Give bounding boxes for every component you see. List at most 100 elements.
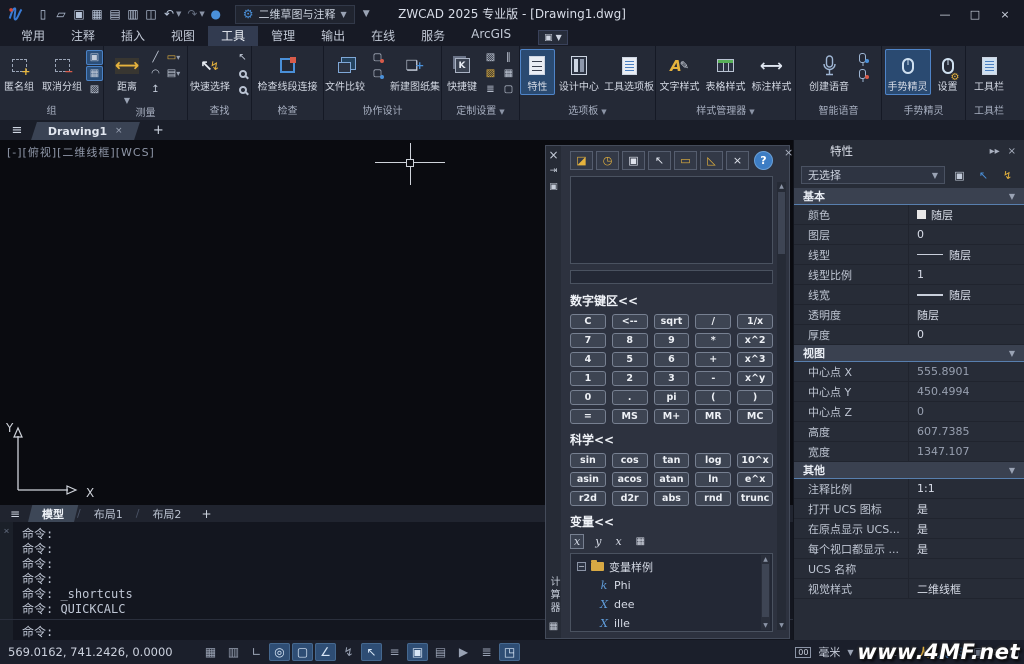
text-style-button[interactable]: A ✎ 文字样式 (658, 49, 702, 95)
calc-key-M_[interactable]: M+ (653, 409, 690, 424)
measure-angle-icon[interactable]: ↥ (147, 82, 164, 97)
menu-tab-2[interactable]: 注释 (58, 26, 108, 46)
dynamic-input-toggle[interactable]: ↖ (361, 643, 382, 661)
sci-key-ln[interactable]: ln (695, 472, 732, 487)
sci-key-10_x[interactable]: 10^x (737, 453, 773, 468)
save-icon[interactable]: ▣ (70, 5, 88, 23)
workspace-selector[interactable]: ⚙ 二维草图与注释 ▼ (234, 4, 355, 24)
calc-key-x_2[interactable]: x^2 (737, 333, 773, 348)
calc-key-MS[interactable]: MS (611, 409, 648, 424)
measure-slope-icon[interactable]: ╱ (147, 50, 164, 65)
sci-key-sin[interactable]: sin (570, 453, 606, 468)
toolbars-button[interactable]: 工具栏 (969, 49, 1009, 95)
properties-section-header-2[interactable]: 视图 ▼ (794, 345, 1024, 362)
qr-code-icon[interactable]: ▦ (500, 66, 517, 81)
document-tab-drawing1[interactable]: Drawing1 × (31, 122, 140, 140)
calc-key-x_y[interactable]: x^y (737, 371, 773, 386)
properties-palette-button[interactable]: 特性 (520, 49, 555, 95)
table-style-button[interactable]: 表格样式 (704, 49, 748, 95)
delete-variable-icon[interactable]: x (612, 535, 624, 548)
calc-key-9[interactable]: 9 (653, 333, 690, 348)
calc-key-_[interactable]: - (695, 371, 732, 386)
close-button[interactable]: × (992, 4, 1018, 24)
menu-tab-3[interactable]: 插入 (108, 26, 158, 46)
measure-arc-icon[interactable]: ◠ (147, 66, 164, 81)
calc-key-6[interactable]: 6 (653, 352, 690, 367)
collapse-icon[interactable]: − (577, 562, 586, 571)
pickadd-toggle-icon[interactable]: ▣ (950, 167, 969, 184)
layout-tab-1[interactable]: 模型 (27, 504, 79, 523)
command-prompt[interactable]: 命令: (22, 623, 53, 640)
calc-key-4[interactable]: 4 (570, 352, 606, 367)
new-document-icon[interactable]: ▯ (34, 5, 52, 23)
property-value[interactable]: 是 (908, 539, 1024, 558)
calc-key-_[interactable]: . (611, 390, 648, 405)
close-tab-icon[interactable]: × (115, 126, 123, 136)
transparency-toggle[interactable]: ▣ (407, 643, 428, 661)
new-tab-button[interactable]: + (153, 123, 164, 138)
clear-icon[interactable]: ◪ (570, 151, 593, 170)
close-icon[interactable]: × (784, 146, 793, 159)
calc-key-2[interactable]: 2 (611, 371, 648, 386)
quickcalc-scrollbar[interactable]: ▲ ▼ (777, 182, 786, 630)
history-icon[interactable]: ◷ (596, 151, 619, 170)
layout-tab-2[interactable]: 布局1 (82, 505, 135, 523)
property-value[interactable]: 607.7385 (908, 422, 1024, 441)
variables-scrollbar[interactable]: ▲ ▼ (761, 555, 770, 630)
ui-customize-icon[interactable]: ▧ (482, 50, 499, 65)
property-value[interactable]: 1 (908, 265, 1024, 284)
annotation-monitor-toggle[interactable]: ≣ (476, 643, 497, 661)
quickcalc-history-box[interactable] (570, 176, 773, 264)
menu-tab-7[interactable]: 输出 (308, 26, 358, 46)
anonymous-group-button[interactable]: + 匿名组 (0, 49, 38, 95)
quickcalc-input-box[interactable] (570, 270, 773, 284)
close-icon[interactable]: × (548, 149, 558, 161)
properties-section-header-1[interactable]: 基本 ▼ (794, 188, 1024, 205)
object-snap-toggle[interactable]: ◎ (269, 643, 290, 661)
ortho-mode-toggle[interactable]: ∟ (246, 643, 267, 661)
property-value[interactable]: 0 (908, 225, 1024, 244)
shortcut-keys-button[interactable]: K 快捷键 (444, 49, 480, 95)
save-as-icon[interactable]: ▦ (88, 5, 106, 23)
close-icon[interactable]: × (3, 526, 9, 537)
variables-root-row[interactable]: − 变量样例 (577, 557, 758, 576)
file-compare-button[interactable]: 文件比较 (323, 49, 367, 95)
menu-tab-9[interactable]: 服务 (408, 26, 458, 46)
menu-tab-1[interactable]: 常用 (8, 26, 58, 46)
property-value[interactable]: 随层 (908, 305, 1024, 324)
grid-display-toggle[interactable]: ▦ (200, 643, 221, 661)
menu-tab-8[interactable]: 在线 (358, 26, 408, 46)
calc-key-_[interactable]: * (695, 333, 732, 348)
sci-key-d2r[interactable]: d2r (611, 491, 648, 506)
calc-key-pi[interactable]: pi (653, 390, 690, 405)
select-objects-icon[interactable]: ↖ (974, 167, 993, 184)
calc-key-3[interactable]: 3 (653, 371, 690, 386)
menu-tab-6[interactable]: 管理 (258, 26, 308, 46)
sci-key-atan[interactable]: atan (653, 472, 690, 487)
gesture-wizard-button[interactable]: 手势精灵 (884, 49, 931, 95)
calc-key-_[interactable]: / (695, 314, 732, 329)
paste-to-cmdline-icon[interactable]: ▣ (622, 151, 645, 170)
property-value[interactable]: 是 (908, 519, 1024, 538)
variables-section-label[interactable]: 变量<< (570, 513, 773, 530)
voice-play-icon[interactable] (854, 50, 871, 65)
tool-palettes-button[interactable]: 工具选项板 (603, 49, 655, 95)
property-value[interactable]: 随层 (908, 285, 1024, 304)
calc-key-0[interactable]: 0 (570, 390, 606, 405)
group-manager-icon[interactable]: ▨ (86, 82, 103, 97)
group-edit-icon[interactable]: ▣ (86, 50, 103, 65)
template-edit-icon[interactable]: ▢ (500, 82, 517, 97)
voice-manage-icon[interactable] (854, 66, 871, 81)
online-icon[interactable]: ● (207, 5, 225, 23)
select-similar-icon[interactable]: ↖ (234, 50, 251, 65)
property-value[interactable]: 是 (908, 499, 1024, 518)
ribbon-collapse-control[interactable]: ▣ ▼ (538, 30, 568, 45)
snap-mode-toggle[interactable]: ▥ (223, 643, 244, 661)
gesture-settings-button[interactable]: ⚙ 设置 (933, 49, 963, 95)
distance-button[interactable]: ⟷ 距离 ▼ (109, 49, 145, 107)
calc-key-sqrt[interactable]: sqrt (653, 314, 690, 329)
calc-key-1[interactable]: 1 (570, 371, 606, 386)
sci-key-log[interactable]: log (695, 453, 732, 468)
angle-of-line-icon[interactable]: ◺ (700, 151, 723, 170)
check-segment-connection-button[interactable]: 检查线段连接 (254, 49, 322, 95)
